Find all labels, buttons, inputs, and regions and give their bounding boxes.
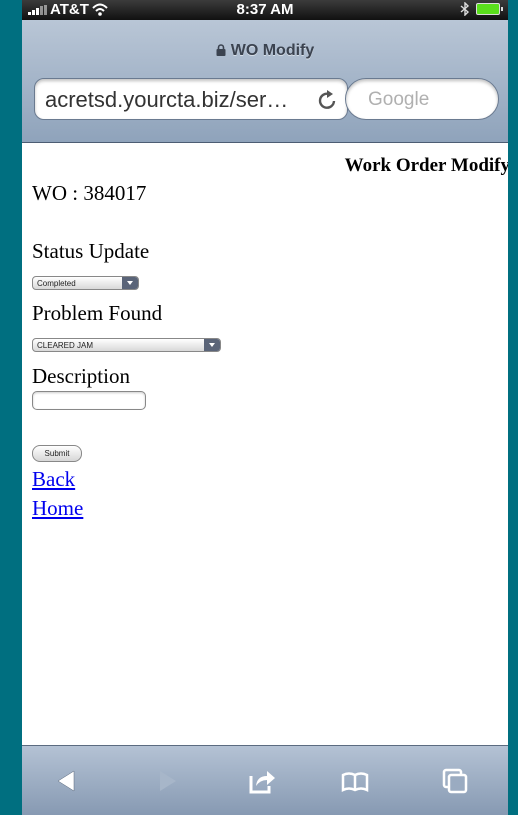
address-bar[interactable]: acretsd.yourcta.biz/ser… bbox=[34, 78, 348, 120]
phone-screen: AT&T 8:37 AM WO Modify acretsd.yourcta.b… bbox=[22, 0, 508, 815]
submit-button[interactable]: Submit bbox=[32, 445, 82, 462]
browser-nav-bar: WO Modify acretsd.yourcta.biz/ser… Googl… bbox=[22, 20, 508, 143]
reload-icon[interactable] bbox=[317, 88, 339, 112]
description-field[interactable] bbox=[32, 391, 146, 410]
share-icon[interactable] bbox=[247, 766, 277, 796]
pages-icon[interactable] bbox=[440, 766, 470, 796]
url-text: acretsd.yourcta.biz/ser… bbox=[45, 87, 289, 112]
bookmarks-icon[interactable] bbox=[340, 766, 370, 796]
back-arrow-icon[interactable] bbox=[52, 766, 82, 796]
bluetooth-icon bbox=[460, 2, 470, 16]
home-link[interactable]: Home bbox=[32, 496, 83, 521]
problem-select-value: CLEARED JAM bbox=[37, 341, 94, 350]
status-select-value: Completed bbox=[37, 279, 76, 288]
chevron-down-icon bbox=[122, 277, 138, 289]
lock-icon bbox=[216, 44, 226, 56]
status-bar: AT&T 8:37 AM bbox=[22, 0, 508, 20]
page-content: Work Order Modify WO : 384017 Status Upd… bbox=[22, 143, 508, 743]
search-placeholder: Google bbox=[368, 89, 430, 110]
back-link[interactable]: Back bbox=[32, 467, 75, 492]
chevron-down-icon bbox=[204, 339, 220, 351]
page-title: WO Modify bbox=[22, 42, 508, 60]
battery-icon bbox=[476, 3, 503, 15]
clock: 8:37 AM bbox=[236, 1, 294, 18]
status-update-label: Status Update bbox=[32, 239, 150, 263]
browser-toolbar bbox=[22, 745, 508, 815]
status-select[interactable]: Completed bbox=[32, 276, 139, 290]
forward-arrow-icon[interactable] bbox=[152, 766, 182, 796]
problem-select[interactable]: CLEARED JAM bbox=[32, 338, 221, 352]
search-input[interactable]: Google bbox=[345, 78, 499, 120]
problem-found-label: Problem Found bbox=[32, 301, 163, 325]
work-order-number: WO : 384017 bbox=[32, 181, 147, 205]
description-label: Description bbox=[32, 364, 130, 388]
page-title-text: WO Modify bbox=[230, 42, 315, 59]
page-heading: Work Order Modify bbox=[344, 155, 508, 176]
